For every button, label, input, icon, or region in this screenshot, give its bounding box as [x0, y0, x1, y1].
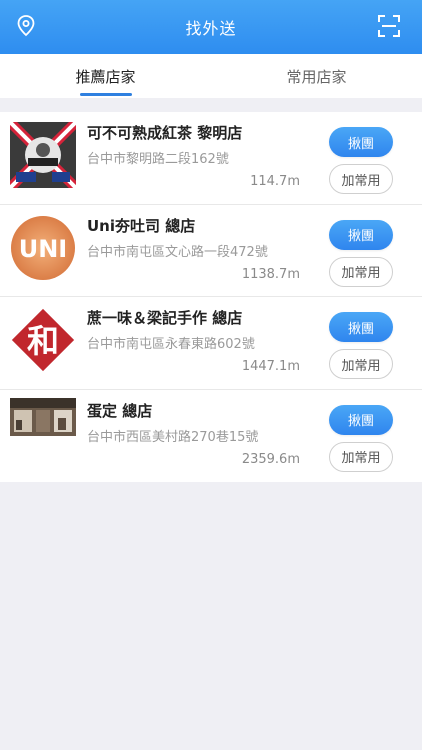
- store-distance: 2359.6m: [241, 451, 300, 467]
- app-header: 找外送: [0, 0, 422, 54]
- store-address: 台中市西區美村路270巷15號: [87, 429, 259, 445]
- store-address: 台中市黎明路二段162號: [87, 152, 229, 167]
- store-row[interactable]: 可不可熟成紅茶 黎明店 台中市黎明路二段162號 114.7m 揪團 加常用: [0, 112, 422, 205]
- store-logo: [10, 122, 76, 188]
- group-order-button[interactable]: 揪團: [329, 312, 393, 342]
- add-favorite-button[interactable]: 加常用: [329, 256, 393, 287]
- store-name: 可不可熟成紅茶 黎明店: [87, 124, 243, 142]
- store-distance: 114.7m: [250, 174, 300, 189]
- store-row[interactable]: 和 蔗一味＆梁記手作 總店 台中市南屯區永春東路602號 1447.1m 揪團 …: [0, 297, 422, 390]
- group-order-button[interactable]: 揪團: [329, 127, 393, 157]
- group-order-button[interactable]: 揪團: [329, 219, 393, 250]
- store-distance: 1447.1m: [241, 359, 300, 374]
- store-address: 台中市南屯區文心路一段472號: [87, 244, 268, 260]
- group-order-button[interactable]: 揪團: [329, 404, 393, 435]
- store-list: 可不可熟成紅茶 黎明店 台中市黎明路二段162號 114.7m 揪團 加常用 U…: [0, 112, 422, 482]
- store-name: 蔗一味＆梁記手作 總店: [87, 309, 243, 327]
- store-logo: UNI: [10, 215, 76, 281]
- store-logo: 和: [10, 307, 76, 373]
- svg-text:和: 和: [27, 322, 59, 360]
- store-row[interactable]: 蛋定 總店 台中市西區美村路270巷15號 2359.6m 揪團 加常用: [0, 390, 422, 483]
- tab-recommended[interactable]: 推薦店家: [0, 54, 211, 98]
- location-pin-icon[interactable]: [16, 14, 36, 38]
- scan-icon[interactable]: [378, 15, 400, 37]
- store-distance: 1138.7m: [241, 266, 300, 282]
- store-row[interactable]: UNI Uni夯吐司 總店 台中市南屯區文心路一段472號 1138.7m 揪團…: [0, 205, 422, 297]
- add-favorite-button[interactable]: 加常用: [329, 441, 393, 472]
- add-favorite-button[interactable]: 加常用: [329, 164, 393, 194]
- page-title: 找外送: [185, 19, 237, 38]
- svg-text:UNI: UNI: [19, 235, 68, 263]
- add-favorite-button[interactable]: 加常用: [329, 349, 393, 379]
- tab-bar: 推薦店家 常用店家: [0, 54, 422, 98]
- tab-favorites[interactable]: 常用店家: [211, 54, 422, 98]
- store-photo: [10, 397, 76, 436]
- store-name: Uni夯吐司 總店: [87, 216, 196, 235]
- store-address: 台中市南屯區永春東路602號: [87, 337, 255, 352]
- store-name: 蛋定 總店: [87, 401, 153, 420]
